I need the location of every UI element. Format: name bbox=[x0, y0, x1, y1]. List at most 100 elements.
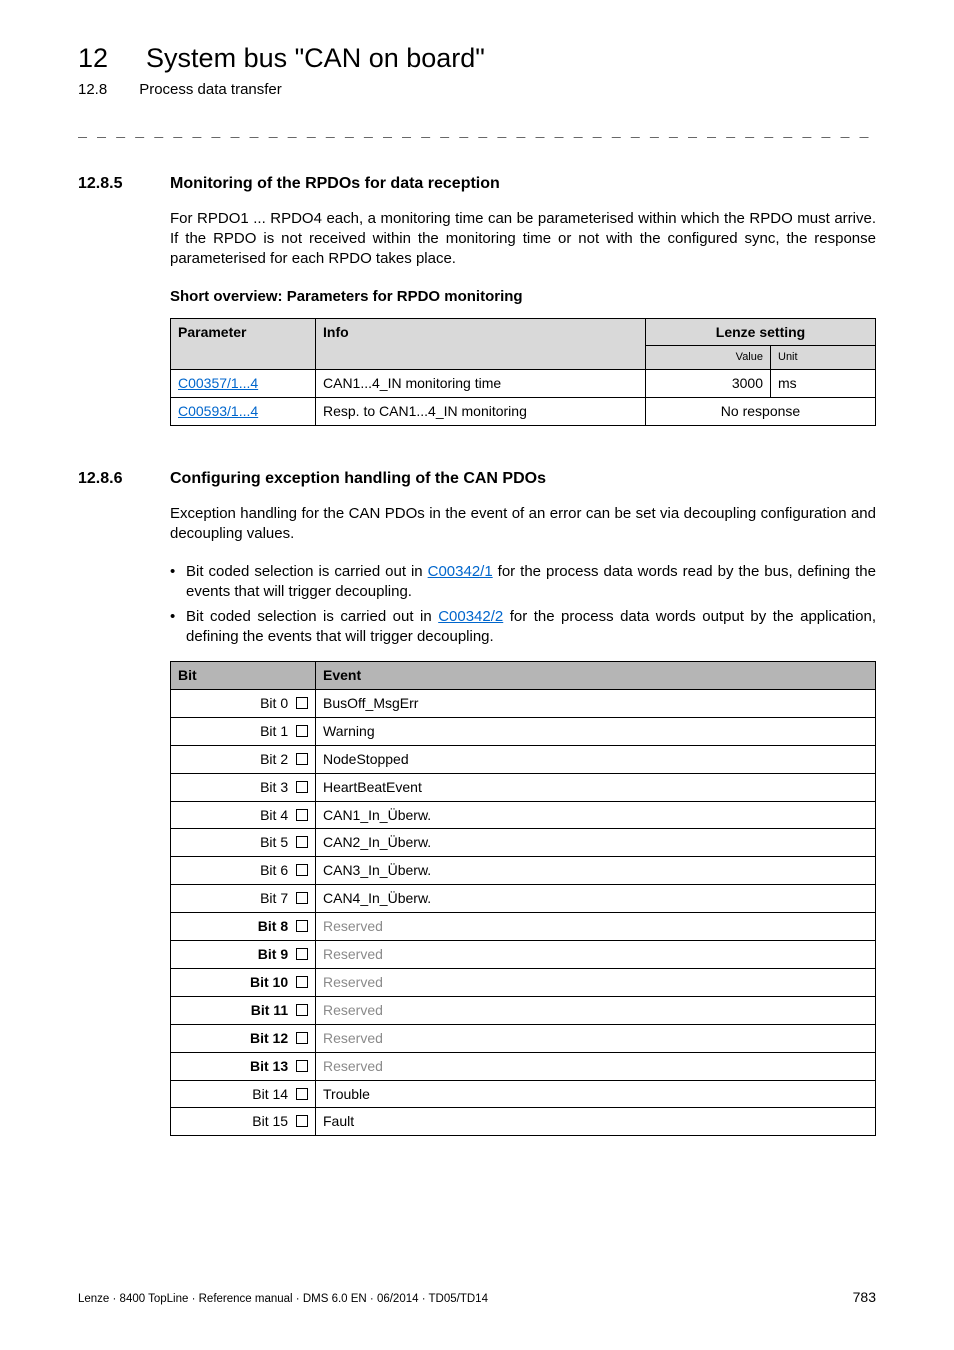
table-row: Bit 5 CAN2_In_Überw. bbox=[171, 829, 876, 857]
cell-bit: Bit 6 bbox=[171, 857, 316, 885]
bit-label: Bit 10 bbox=[250, 974, 292, 990]
cell-event: Warning bbox=[316, 717, 876, 745]
bullet-text-pre: Bit coded selection is carried out in bbox=[186, 563, 428, 580]
section-title: Monitoring of the RPDOs for data recepti… bbox=[170, 173, 500, 195]
table-header-row: Bit Event bbox=[171, 662, 876, 690]
bullet-text-pre: Bit coded selection is carried out in bbox=[186, 608, 438, 625]
bit-label: Bit 1 bbox=[260, 723, 292, 739]
cell-unit: ms bbox=[771, 370, 876, 398]
cell-event: NodeStopped bbox=[316, 745, 876, 773]
bullet-link[interactable]: C00342/1 bbox=[428, 563, 493, 580]
table-row: C00593/1...4 Resp. to CAN1...4_IN monito… bbox=[171, 398, 876, 426]
table-row: Bit 3 HeartBeatEvent bbox=[171, 773, 876, 801]
cell-value: 3000 bbox=[646, 370, 771, 398]
cell-parameter: C00357/1...4 bbox=[171, 370, 316, 398]
checkbox-icon bbox=[296, 836, 308, 848]
bit-label: Bit 11 bbox=[251, 1002, 292, 1018]
cell-event: Reserved bbox=[316, 913, 876, 941]
page-footer: Lenze · 8400 TopLine · Reference manual … bbox=[78, 1288, 876, 1308]
bit-label: Bit 4 bbox=[260, 807, 292, 823]
table-row: Bit 9 Reserved bbox=[171, 941, 876, 969]
cell-info: Resp. to CAN1...4_IN monitoring bbox=[316, 398, 646, 426]
bit-label: Bit 14 bbox=[252, 1086, 292, 1102]
checkbox-icon bbox=[296, 892, 308, 904]
checkbox-icon bbox=[296, 948, 308, 960]
section-heading: 12.8.5 Monitoring of the RPDOs for data … bbox=[78, 173, 876, 195]
chapter-number: 12 bbox=[78, 40, 108, 76]
parameters-table: Parameter Info Lenze setting Value Unit … bbox=[170, 318, 876, 427]
list-item: Bit coded selection is carried out in C0… bbox=[170, 607, 876, 648]
cell-bit: Bit 11 bbox=[171, 996, 316, 1024]
checkbox-icon bbox=[296, 725, 308, 737]
cell-event: CAN4_In_Überw. bbox=[316, 885, 876, 913]
col-setting: Lenze setting bbox=[646, 318, 876, 346]
cell-bit: Bit 3 bbox=[171, 773, 316, 801]
table-row: Bit 10 Reserved bbox=[171, 968, 876, 996]
checkbox-icon bbox=[296, 753, 308, 765]
bullet-list: Bit coded selection is carried out in C0… bbox=[170, 562, 876, 647]
checkbox-icon bbox=[296, 809, 308, 821]
bit-label: Bit 2 bbox=[260, 751, 292, 767]
bit-label: Bit 5 bbox=[260, 834, 292, 850]
col-unit: Unit bbox=[771, 346, 876, 370]
col-bit: Bit bbox=[171, 662, 316, 690]
page-number: 783 bbox=[853, 1288, 876, 1307]
bit-label: Bit 0 bbox=[260, 695, 292, 711]
cell-bit: Bit 9 bbox=[171, 941, 316, 969]
table-row: Bit 1 Warning bbox=[171, 717, 876, 745]
cell-bit: Bit 1 bbox=[171, 717, 316, 745]
cell-bit: Bit 8 bbox=[171, 913, 316, 941]
bit-label: Bit 6 bbox=[260, 862, 292, 878]
cell-combined: No response bbox=[646, 398, 876, 426]
subchapter-title: Process data transfer bbox=[139, 80, 282, 100]
cell-bit: Bit 7 bbox=[171, 885, 316, 913]
cell-bit: Bit 12 bbox=[171, 1024, 316, 1052]
bullet-link[interactable]: C00342/2 bbox=[438, 608, 503, 625]
table-row: Bit 15 Fault bbox=[171, 1108, 876, 1136]
page-container: 12 System bus "CAN on board" 12.8 Proces… bbox=[0, 0, 954, 1350]
bit-label: Bit 7 bbox=[260, 890, 292, 906]
col-info: Info bbox=[316, 318, 646, 370]
checkbox-icon bbox=[296, 976, 308, 988]
subchapter-number: 12.8 bbox=[78, 80, 107, 100]
col-parameter: Parameter bbox=[171, 318, 316, 370]
bit-label: Bit 12 bbox=[250, 1030, 292, 1046]
separator-line: _ _ _ _ _ _ _ _ _ _ _ _ _ _ _ _ _ _ _ _ … bbox=[78, 119, 876, 139]
table-row: Bit 8 Reserved bbox=[171, 913, 876, 941]
subheading: Short overview: Parameters for RPDO moni… bbox=[170, 287, 876, 307]
section-number: 12.8.6 bbox=[78, 468, 142, 490]
checkbox-icon bbox=[296, 1088, 308, 1100]
bit-label: Bit 9 bbox=[258, 946, 292, 962]
cell-bit: Bit 15 bbox=[171, 1108, 316, 1136]
table-row: Bit 12 Reserved bbox=[171, 1024, 876, 1052]
cell-bit: Bit 10 bbox=[171, 968, 316, 996]
checkbox-icon bbox=[296, 1032, 308, 1044]
cell-bit: Bit 14 bbox=[171, 1080, 316, 1108]
bit-label: Bit 3 bbox=[260, 779, 292, 795]
cell-event: Reserved bbox=[316, 1024, 876, 1052]
list-item: Bit coded selection is carried out in C0… bbox=[170, 562, 876, 603]
cell-event: Reserved bbox=[316, 968, 876, 996]
cell-bit: Bit 0 bbox=[171, 690, 316, 718]
table-row: Bit 4 CAN1_In_Überw. bbox=[171, 801, 876, 829]
section-body: Exception handling for the CAN PDOs in t… bbox=[170, 504, 876, 1137]
cell-event: BusOff_MsgErr bbox=[316, 690, 876, 718]
chapter-header: 12 System bus "CAN on board" bbox=[78, 40, 876, 76]
param-link[interactable]: C00593/1...4 bbox=[178, 403, 258, 419]
cell-event: Reserved bbox=[316, 941, 876, 969]
cell-bit: Bit 2 bbox=[171, 745, 316, 773]
subchapter-header: 12.8 Process data transfer bbox=[78, 80, 876, 100]
footer-text: Lenze · 8400 TopLine · Reference manual … bbox=[78, 1292, 488, 1308]
param-link[interactable]: C00357/1...4 bbox=[178, 375, 258, 391]
table-row: Bit 0 BusOff_MsgErr bbox=[171, 690, 876, 718]
bit-label: Bit 15 bbox=[252, 1113, 292, 1129]
cell-event: CAN2_In_Überw. bbox=[316, 829, 876, 857]
table-row: Bit 2 NodeStopped bbox=[171, 745, 876, 773]
table-row: Bit 13 Reserved bbox=[171, 1052, 876, 1080]
checkbox-icon bbox=[296, 920, 308, 932]
bit-label: Bit 8 bbox=[258, 918, 292, 934]
cell-event: Reserved bbox=[316, 996, 876, 1024]
section-heading: 12.8.6 Configuring exception handling of… bbox=[78, 468, 876, 490]
checkbox-icon bbox=[296, 781, 308, 793]
bit-label: Bit 13 bbox=[250, 1058, 292, 1074]
